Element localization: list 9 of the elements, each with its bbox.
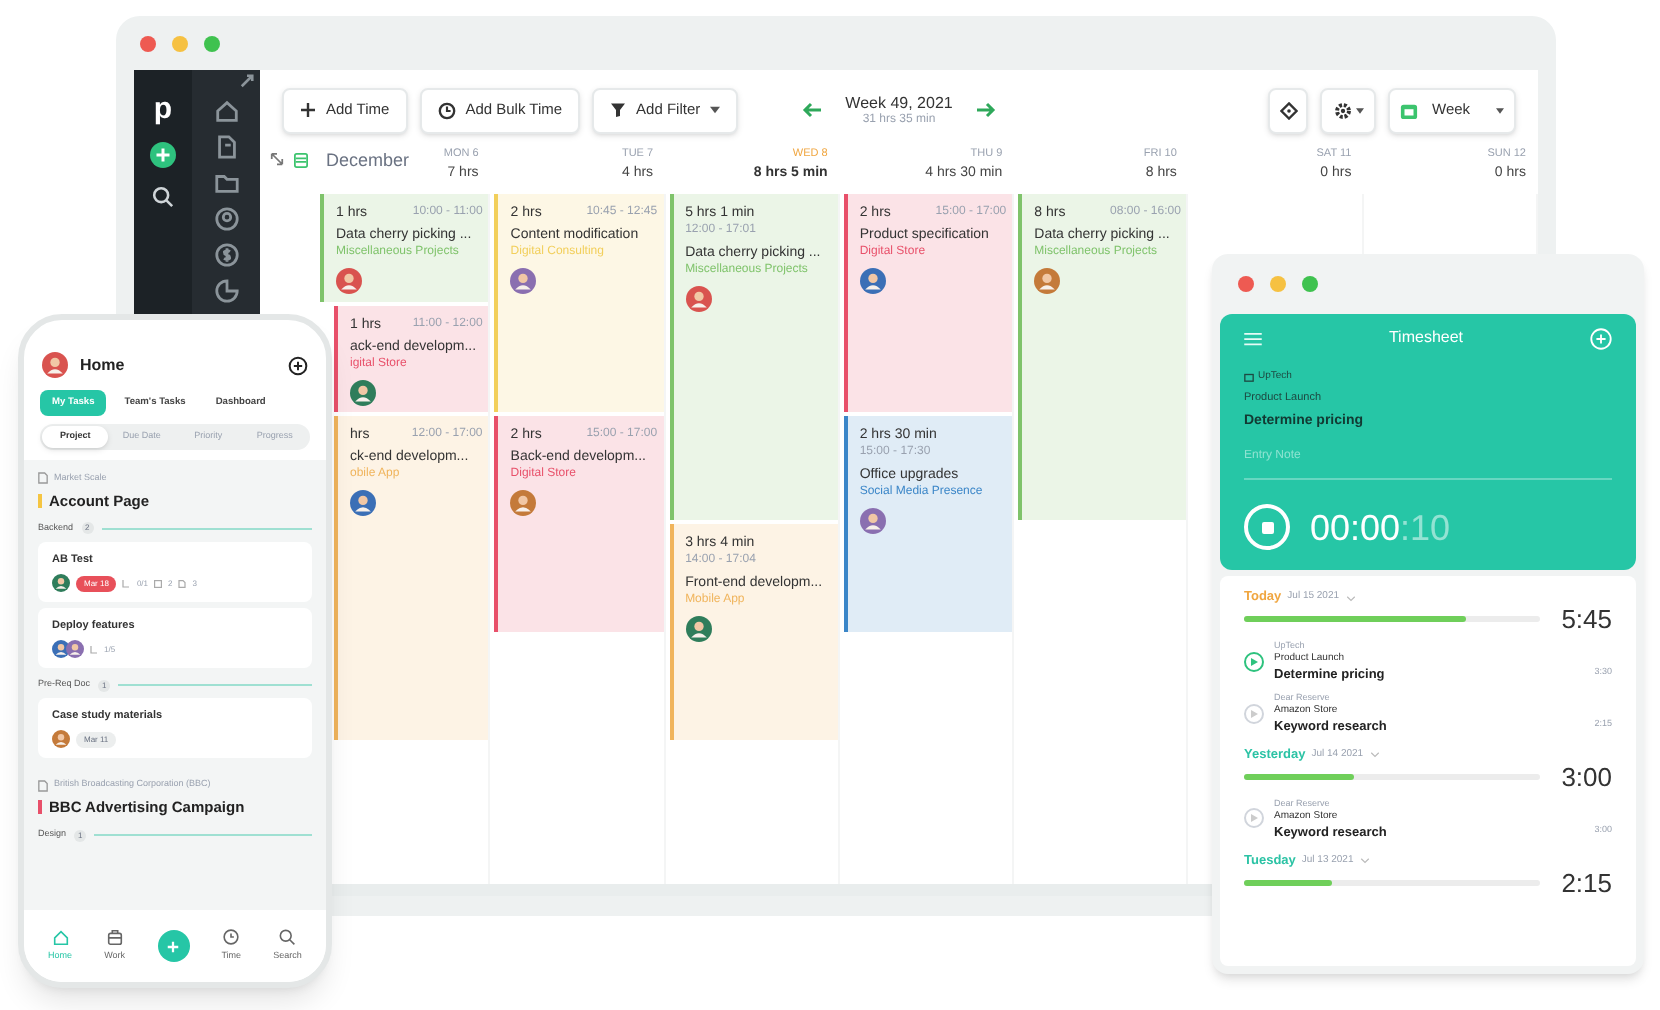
day-total: 5:45	[1559, 606, 1612, 632]
week-title: Week 49, 2021	[845, 95, 953, 111]
timer-display: 00:00:10	[1310, 509, 1451, 546]
month-label: December	[324, 150, 410, 170]
day-total: 3:00	[1559, 763, 1612, 790]
window-title: Timesheet	[1386, 326, 1466, 350]
day-total: 2:15	[1559, 869, 1612, 895]
screen-title: Home	[80, 353, 127, 377]
logo[interactable]: p	[153, 94, 173, 124]
